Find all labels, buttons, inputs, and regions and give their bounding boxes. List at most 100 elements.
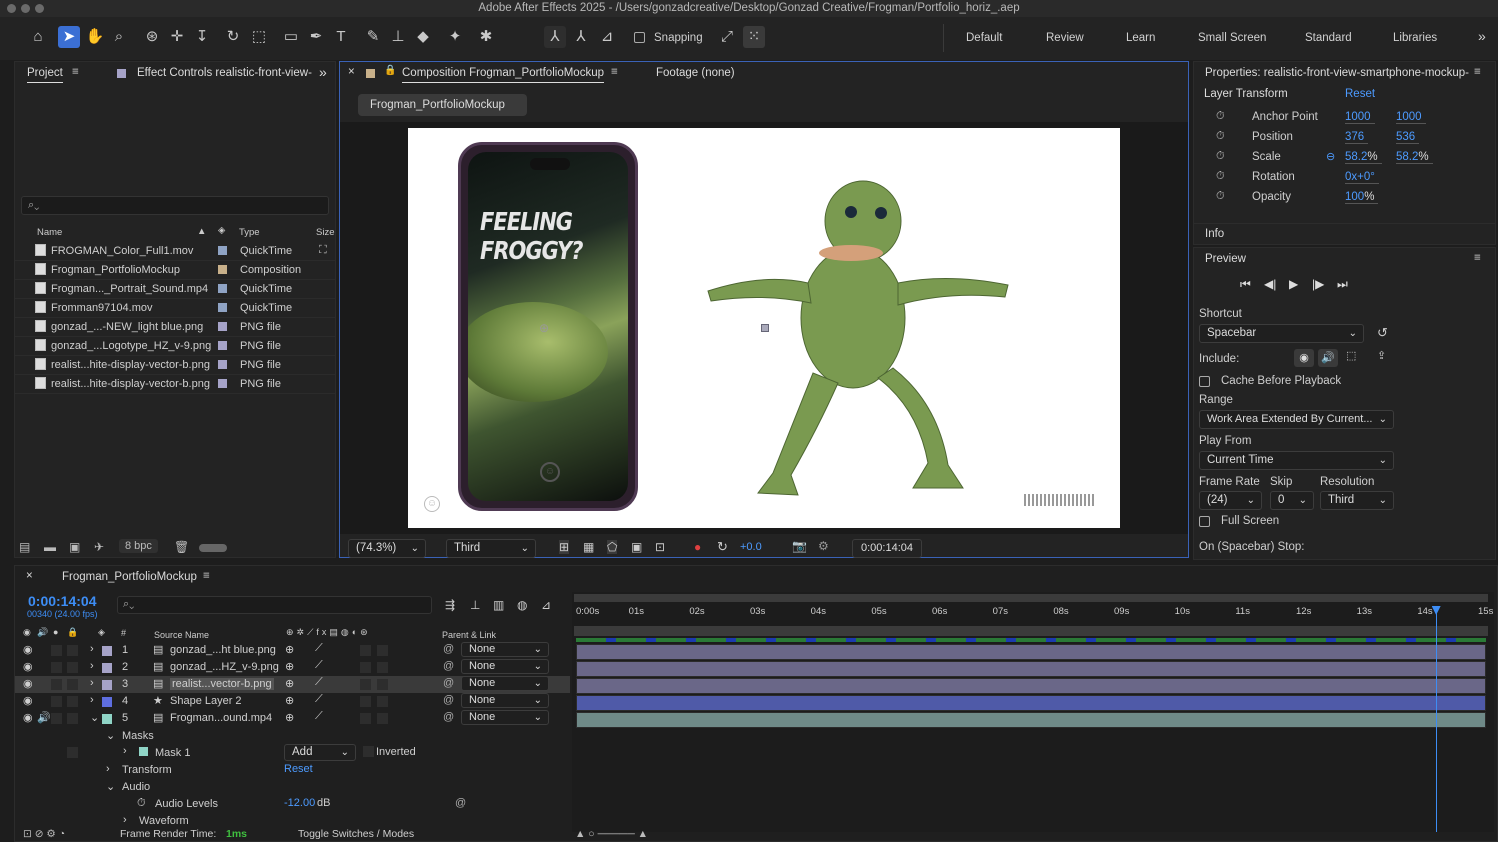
audio-switch-icon[interactable]: 🔊: [37, 627, 48, 638]
parent-dropdown[interactable]: None ⌄: [461, 676, 549, 691]
layer-label-swatch[interactable]: [102, 697, 112, 707]
pan-camera-icon[interactable]: ✛: [166, 26, 188, 48]
property-value-2[interactable]: 1000: [1396, 111, 1426, 124]
time-navigator[interactable]: [574, 594, 1488, 602]
layer-label-swatch[interactable]: [102, 663, 112, 673]
range-dropdown[interactable]: Work Area Extended By Current... ⌄: [1199, 410, 1394, 429]
transparency-grid-icon[interactable]: ▦: [583, 540, 594, 554]
workspace-libraries[interactable]: Libraries: [1393, 32, 1437, 44]
clone-stamp-icon[interactable]: ⊥: [387, 26, 409, 48]
shy-switch-icon[interactable]: ⊕: [285, 660, 294, 673]
pickwhip-icon[interactable]: @: [443, 677, 454, 689]
property-value-2[interactable]: 58.2%: [1396, 151, 1433, 164]
skip-dropdown[interactable]: 0 ⌄: [1270, 491, 1314, 510]
project-item[interactable]: FROGMAN_Color_Full1.mov QuickTime: [15, 242, 335, 261]
label-swatch[interactable]: [218, 303, 227, 312]
tab-footage[interactable]: Footage (none): [656, 67, 735, 79]
audio-label[interactable]: Audio: [122, 781, 150, 793]
axis-world-icon[interactable]: ⅄: [570, 26, 592, 48]
layer-bar[interactable]: [576, 695, 1486, 711]
property-value-1[interactable]: 1000: [1345, 111, 1375, 124]
label-swatch[interactable]: [218, 341, 227, 350]
switch-box[interactable]: [377, 645, 388, 656]
grid-guides-icon[interactable]: ⊡: [655, 540, 665, 554]
current-timecode[interactable]: 0:00:14:04: [28, 593, 97, 609]
solo-box[interactable]: [51, 645, 62, 656]
audio-pickwhip-icon[interactable]: @: [455, 797, 466, 809]
project-item[interactable]: gonzad_...-NEW_light blue.png PNG file: [15, 318, 335, 337]
axis-view-icon[interactable]: ⊿: [596, 26, 618, 48]
snap-features-icon[interactable]: ⁙: [743, 26, 765, 48]
play-from-dropdown[interactable]: Current Time ⌄: [1199, 451, 1394, 470]
close-timeline-icon[interactable]: ×: [26, 570, 33, 582]
workspace-review[interactable]: Review: [1046, 32, 1084, 44]
project-item[interactable]: Fromman97104.mov QuickTime: [15, 299, 335, 318]
shortcut-dropdown[interactable]: Spacebar ⌄: [1199, 324, 1364, 343]
reset-exposure-icon[interactable]: ↻: [717, 539, 728, 555]
frame-rate-dropdown[interactable]: (24) ⌄: [1199, 491, 1262, 510]
mask-mode-dropdown[interactable]: Add ⌄: [284, 744, 356, 761]
reset-preview-icon[interactable]: ↺: [1377, 325, 1388, 341]
previous-frame-icon[interactable]: ◀|: [1264, 277, 1276, 291]
solo-box[interactable]: [51, 679, 62, 690]
timeline-search-input[interactable]: ⌕⌄: [117, 596, 432, 614]
first-frame-icon[interactable]: ⏮: [1240, 277, 1251, 292]
frame-blending-icon[interactable]: ▥: [493, 598, 504, 612]
eye-icon[interactable]: ◉: [23, 643, 33, 656]
label-swatch[interactable]: [218, 360, 227, 369]
layer-row[interactable]: ◉ › 1 ▤ gonzad_...ht blue.png ⊕ ⟋ @ None ⌄: [15, 642, 570, 659]
constrain-link-icon[interactable]: ⊖: [1326, 150, 1335, 163]
workspace-default[interactable]: Default: [966, 32, 1002, 44]
eye-icon[interactable]: ◉: [23, 677, 33, 690]
draft-3d-icon[interactable]: ⊥: [470, 598, 480, 612]
layer-name[interactable]: gonzad_...HZ_v-9.png: [170, 661, 279, 673]
full-screen-checkbox[interactable]: [1199, 515, 1210, 527]
export-preview-icon[interactable]: ⇪: [1377, 349, 1386, 362]
dolly-camera-icon[interactable]: ↧: [191, 26, 213, 48]
stopwatch-icon[interactable]: ⏱: [1216, 190, 1225, 203]
pen-tool-icon[interactable]: ✒: [305, 26, 327, 48]
graph-editor-icon[interactable]: ⊿: [541, 598, 551, 612]
comp-canvas[interactable]: FEELING FROGGY? ☺ ⊕ ☺: [408, 128, 1120, 528]
layer-bar[interactable]: [576, 678, 1486, 694]
project-item[interactable]: Frogman_PortfolioMockup Composition: [15, 261, 335, 280]
playhead[interactable]: [1435, 606, 1437, 832]
solo-box[interactable]: [51, 713, 62, 724]
solo-box[interactable]: [51, 662, 62, 673]
brush-tool-icon[interactable]: ✎: [362, 26, 384, 48]
pickwhip-icon[interactable]: @: [443, 660, 454, 672]
properties-menu-icon[interactable]: ≡: [1474, 66, 1481, 78]
comp-mini-flowchart-icon[interactable]: ⇶: [445, 598, 455, 612]
axis-local-icon[interactable]: ⅄: [544, 26, 566, 48]
label-swatch[interactable]: [218, 246, 227, 255]
region-of-interest-icon[interactable]: ▣: [631, 540, 642, 554]
include-video-icon[interactable]: ◉: [1294, 349, 1314, 367]
quality-switch-icon[interactable]: ⟋: [315, 676, 323, 689]
zoom-out-icon[interactable]: ▲ ○ ───── ▲: [575, 828, 648, 840]
stopwatch-icon[interactable]: ⏱: [1216, 150, 1225, 163]
layer-bar[interactable]: [576, 712, 1486, 728]
audio-twirl-icon[interactable]: ⌄: [106, 780, 115, 793]
masks-twirl-icon[interactable]: ⌄: [106, 729, 115, 742]
layer-label-swatch[interactable]: [102, 714, 112, 724]
stopwatch-icon[interactable]: ⏱: [1216, 170, 1225, 183]
stopwatch-icon[interactable]: ⏱: [1216, 110, 1225, 123]
source-name-header[interactable]: Source Name: [154, 630, 209, 640]
property-value-2[interactable]: 536: [1396, 131, 1420, 144]
trash-icon[interactable]: 🗑: [174, 540, 189, 554]
lock-box[interactable]: [67, 679, 78, 690]
puppet-pin-icon[interactable]: ✱: [475, 26, 497, 48]
layer-row[interactable]: ◉ › 2 ▤ gonzad_...HZ_v-9.png ⊕ ⟋ @ None ⌄: [15, 659, 570, 676]
transform-reset[interactable]: Reset: [284, 763, 313, 775]
audio-icon[interactable]: 🔊: [37, 711, 51, 724]
shy-switch-icon[interactable]: ⊕: [285, 677, 294, 690]
breadcrumb[interactable]: Frogman_PortfolioMockup: [358, 94, 527, 116]
tab-composition[interactable]: Composition Frogman_PortfolioMockup: [402, 67, 604, 83]
lock-box[interactable]: [67, 696, 78, 707]
project-item[interactable]: Frogman..._Portrait_Sound.mp4 QuickTime: [15, 280, 335, 299]
sort-arrow-icon[interactable]: ▲: [197, 226, 206, 237]
pan-behind-tool-icon[interactable]: ⬚: [248, 26, 270, 48]
label-column-icon[interactable]: ◈: [218, 225, 225, 236]
interpret-footage-icon[interactable]: ▤: [19, 540, 30, 554]
play-icon[interactable]: ▶: [1289, 277, 1298, 291]
